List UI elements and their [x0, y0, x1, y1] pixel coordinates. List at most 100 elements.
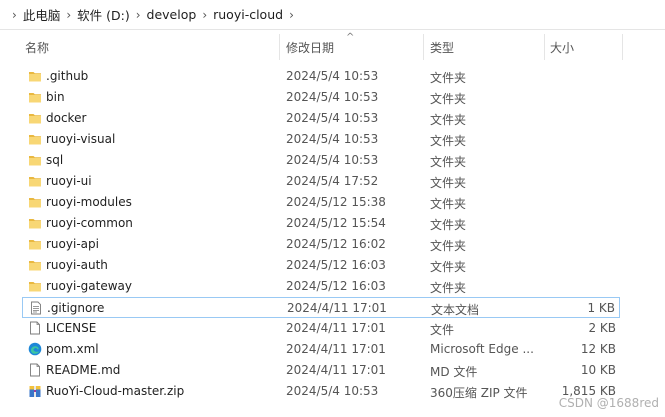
chevron-right-icon[interactable]: › [202, 8, 207, 22]
breadcrumb-drive-d[interactable]: 软件 (D:) [77, 5, 130, 24]
file-size: 1 KB [587, 301, 615, 315]
file-row[interactable]: RuoYi-Cloud-master.zip 2024/5/4 10:53 360压… [22, 381, 620, 402]
file-type: 文件夹 [430, 155, 467, 169]
file-name: docker [46, 111, 87, 125]
column-type[interactable]: 类型 [430, 39, 454, 56]
folder-icon [28, 132, 42, 146]
folder-icon [28, 69, 42, 83]
column-divider[interactable] [544, 34, 545, 60]
file-name: pom.xml [46, 342, 99, 356]
file-name: .github [46, 69, 89, 83]
file-date: 2024/5/4 10:53 [286, 69, 379, 83]
file-name: LICENSE [46, 321, 97, 335]
blank-file-icon [28, 363, 42, 377]
file-type: 文件夹 [430, 239, 467, 253]
file-date: 2024/5/12 15:54 [286, 216, 386, 230]
file-name: ruoyi-visual [46, 132, 116, 146]
folder-icon [28, 174, 42, 188]
file-name: ruoyi-auth [46, 258, 108, 272]
file-row[interactable]: ruoyi-gateway 2024/5/12 16:03 文件夹 [22, 276, 620, 297]
edge-icon [28, 342, 42, 356]
file-type: 文本文档 [431, 303, 480, 317]
zip-icon [28, 384, 42, 398]
text-file-icon [29, 301, 43, 315]
file-type: 文件夹 [430, 92, 467, 106]
file-name: ruoyi-ui [46, 174, 92, 188]
blank-file-icon [28, 321, 42, 335]
file-type: 文件夹 [430, 113, 467, 127]
breadcrumb-ruoyi-cloud[interactable]: ruoyi-cloud [213, 7, 283, 22]
file-type: 文件夹 [430, 260, 467, 274]
breadcrumb-this-pc[interactable]: 此电脑 [23, 5, 61, 24]
column-divider[interactable] [423, 34, 424, 60]
chevron-right-icon[interactable]: › [66, 8, 71, 22]
column-divider[interactable] [279, 34, 280, 60]
column-divider[interactable] [622, 34, 623, 60]
address-bar[interactable]: › 此电脑 › 软件 (D:) › develop › ruoyi-cloud … [0, 0, 665, 30]
file-row[interactable]: .gitignore 2024/4/11 17:01 文本文档 1 KB [22, 297, 620, 318]
file-name: RuoYi-Cloud-master.zip [46, 384, 185, 398]
file-row[interactable]: ruoyi-modules 2024/5/12 15:38 文件夹 [22, 192, 620, 213]
file-date: 2024/5/4 10:53 [286, 132, 379, 146]
file-type: 文件夹 [430, 176, 467, 190]
folder-icon [28, 111, 42, 125]
file-date: 2024/4/11 17:01 [287, 301, 387, 315]
file-size: 12 KB [580, 342, 616, 356]
file-name: ruoyi-common [46, 216, 133, 230]
file-row[interactable]: pom.xml 2024/4/11 17:01 Microsoft Edge ...… [22, 339, 620, 360]
file-size: 10 KB [580, 363, 616, 377]
file-row[interactable]: bin 2024/5/4 10:53 文件夹 [22, 87, 620, 108]
file-row[interactable]: ruoyi-common 2024/5/12 15:54 文件夹 [22, 213, 620, 234]
file-name: ruoyi-api [46, 237, 99, 251]
file-type: Microsoft Edge ... [430, 342, 534, 356]
folder-icon [28, 195, 42, 209]
file-row[interactable]: README.md 2024/4/11 17:01 MD 文件 10 KB [22, 360, 620, 381]
file-name: .gitignore [47, 301, 105, 315]
file-row[interactable]: ruoyi-auth 2024/5/12 16:03 文件夹 [22, 255, 620, 276]
chevron-right-icon[interactable]: › [136, 8, 141, 22]
file-date: 2024/5/12 16:02 [286, 237, 386, 251]
column-date[interactable]: 修改日期 [286, 39, 334, 56]
file-row[interactable]: .github 2024/5/4 10:53 文件夹 [22, 66, 620, 87]
file-date: 2024/5/4 10:53 [286, 90, 379, 104]
folder-icon [28, 216, 42, 230]
chevron-right-icon: › [12, 7, 17, 22]
file-name: ruoyi-gateway [46, 279, 132, 293]
file-type: 文件 [430, 323, 455, 337]
file-type: 文件夹 [430, 71, 467, 85]
chevron-right-icon[interactable]: › [289, 8, 294, 22]
file-row[interactable]: docker 2024/5/4 10:53 文件夹 [22, 108, 620, 129]
file-name: README.md [46, 363, 121, 377]
file-row[interactable]: ruoyi-visual 2024/5/4 10:53 文件夹 [22, 129, 620, 150]
folder-icon [28, 258, 42, 272]
file-date: 2024/5/4 10:53 [286, 111, 379, 125]
file-row[interactable]: ruoyi-ui 2024/5/4 17:52 文件夹 [22, 171, 620, 192]
file-type: 文件夹 [430, 134, 467, 148]
file-date: 2024/4/11 17:01 [286, 321, 386, 335]
file-date: 2024/4/11 17:01 [286, 363, 386, 377]
column-name[interactable]: 名称 [25, 39, 49, 56]
file-name: sql [46, 153, 64, 167]
folder-icon [28, 279, 42, 293]
file-date: 2024/5/12 16:03 [286, 258, 386, 272]
file-row[interactable]: ruoyi-api 2024/5/12 16:02 文件夹 [22, 234, 620, 255]
file-date: 2024/5/4 10:53 [286, 153, 379, 167]
watermark: CSDN @1688red [558, 396, 659, 410]
file-name: bin [46, 90, 65, 104]
sort-up-icon: ^ [346, 32, 355, 43]
folder-icon [28, 237, 42, 251]
file-date: 2024/5/4 10:53 [286, 384, 379, 398]
file-type: MD 文件 [430, 365, 478, 379]
file-type: 文件夹 [430, 218, 467, 232]
file-row[interactable]: sql 2024/5/4 10:53 文件夹 [22, 150, 620, 171]
file-type: 360压缩 ZIP 文件 [430, 386, 528, 400]
file-row[interactable]: LICENSE 2024/4/11 17:01 文件 2 KB [22, 318, 620, 339]
breadcrumb-develop[interactable]: develop [147, 7, 197, 22]
column-size[interactable]: 大小 [550, 39, 574, 56]
file-type: 文件夹 [430, 197, 467, 211]
file-name: ruoyi-modules [46, 195, 132, 209]
file-date: 2024/5/12 16:03 [286, 279, 386, 293]
file-date: 2024/4/11 17:01 [286, 342, 386, 356]
file-size: 2 KB [588, 321, 616, 335]
file-date: 2024/5/4 17:52 [286, 174, 379, 188]
